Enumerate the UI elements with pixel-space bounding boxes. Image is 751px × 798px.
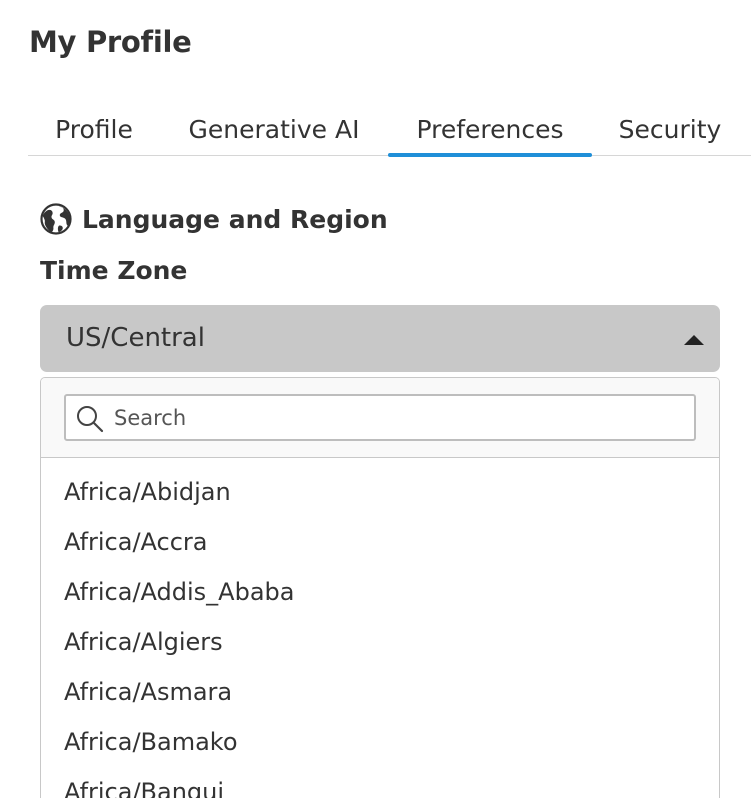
list-item[interactable]: Africa/Bamako: [41, 718, 719, 768]
time-zone-select[interactable]: US/Central: [40, 305, 720, 372]
tab-security[interactable]: Security: [614, 108, 726, 156]
globe-icon: [40, 203, 72, 235]
tab-preferences[interactable]: Preferences: [388, 108, 592, 157]
profile-page: My Profile Profile Generative AI Prefere…: [0, 0, 751, 798]
time-zone-selected-value: US/Central: [66, 323, 205, 353]
page-title: My Profile: [29, 25, 192, 59]
time-zone-dropdown: Africa/Abidjan Africa/Accra Africa/Addis…: [40, 377, 720, 798]
list-item[interactable]: Africa/Asmara: [41, 668, 719, 718]
list-item[interactable]: Africa/Algiers: [41, 618, 719, 668]
dropdown-search-area: [41, 378, 719, 458]
tab-generative-ai[interactable]: Generative AI: [184, 108, 364, 156]
caret-up-icon: [684, 335, 704, 345]
list-item[interactable]: Africa/Accra: [41, 518, 719, 568]
section-header-language-region: Language and Region: [40, 202, 388, 236]
list-item[interactable]: Africa/Addis_Ababa: [41, 568, 719, 618]
search-icon: [77, 406, 104, 433]
time-zone-options: Africa/Abidjan Africa/Accra Africa/Addis…: [41, 468, 719, 798]
section-title: Language and Region: [82, 204, 388, 234]
tab-bar: Profile Generative AI Preferences Securi…: [28, 108, 751, 157]
time-zone-label: Time Zone: [40, 256, 188, 285]
search-box: [64, 394, 696, 441]
list-item[interactable]: Africa/Bangui: [41, 768, 719, 798]
list-item[interactable]: Africa/Abidjan: [41, 468, 719, 518]
tab-profile[interactable]: Profile: [52, 108, 136, 156]
search-input[interactable]: [114, 398, 684, 437]
